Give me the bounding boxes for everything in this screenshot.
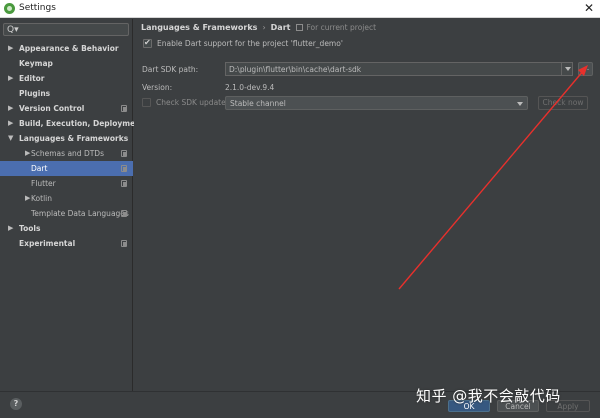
sdk-path-value: D:\plugin\flutter\bin\cache\dart-sdk	[229, 65, 362, 74]
enable-dart-label: Enable Dart support for the project 'flu…	[157, 39, 343, 48]
sidebar-item-kotlin[interactable]: ▶ Kotlin	[0, 191, 133, 206]
sidebar-item-label: Flutter	[31, 179, 56, 188]
version-label: Version:	[142, 83, 173, 92]
expanded-arrow-icon[interactable]: ▼	[8, 131, 13, 146]
collapsed-arrow-icon[interactable]: ▶	[25, 191, 30, 206]
sidebar-item-tools[interactable]: ▶ Tools	[0, 221, 133, 236]
project-scope-icon	[121, 240, 127, 247]
sidebar-item-schemas-and-dtds[interactable]: ▶ Schemas and DTDs	[0, 146, 133, 161]
settings-sidebar: Q▾ ▶ Appearance & Behavior Keymap ▶ Editor Pl…	[0, 19, 144, 391]
collapsed-arrow-icon[interactable]: ▶	[8, 41, 13, 56]
title-bar: Settings ✕	[0, 0, 600, 18]
sidebar-item-label: Experimental	[19, 239, 76, 248]
sidebar-item-appearance-behavior[interactable]: ▶ Appearance & Behavior	[0, 41, 133, 56]
sidebar-item-version-control[interactable]: ▶ Version Control	[0, 101, 133, 116]
sidebar-item-editor[interactable]: ▶ Editor	[0, 71, 133, 86]
sidebar-item-label: Template Data Languages	[31, 209, 129, 218]
breadcrumb-current: Dart	[270, 23, 291, 32]
sidebar-item-label: Schemas and DTDs	[31, 149, 104, 158]
help-button[interactable]: ?	[10, 398, 22, 410]
check-sdk-update-checkbox[interactable]	[142, 98, 151, 107]
collapsed-arrow-icon[interactable]: ▶	[8, 221, 13, 236]
sidebar-item-dart[interactable]: Dart	[0, 161, 133, 176]
enable-dart-checkbox[interactable]	[143, 38, 152, 48]
search-icon: Q▾	[7, 25, 19, 35]
app-icon	[4, 3, 15, 14]
settings-tree: ▶ Appearance & Behavior Keymap ▶ Editor Plugi…	[0, 41, 144, 251]
project-scope-icon	[121, 165, 127, 172]
version-value: 2.1.0-dev.9.4	[225, 83, 275, 92]
collapsed-arrow-icon[interactable]: ▶	[25, 146, 30, 161]
project-scope-icon	[121, 210, 127, 217]
sdk-path-label: Dart SDK path:	[142, 65, 199, 74]
sidebar-item-label: Build, Execution, Deployment	[19, 119, 145, 128]
breadcrumb-parent: Languages & Frameworks	[141, 23, 258, 32]
sidebar-item-label: Version Control	[19, 104, 85, 113]
update-channel-select[interactable]: Stable channel	[225, 96, 528, 110]
project-scope-icon	[296, 24, 304, 31]
sidebar-item-languages-frameworks[interactable]: ▼ Languages & Frameworks	[0, 131, 133, 146]
watermark: 知乎 @我不会敲代码	[416, 387, 561, 405]
window-title: Settings	[19, 3, 56, 13]
sidebar-item-label: Languages & Frameworks	[19, 134, 129, 143]
collapsed-arrow-icon[interactable]: ▶	[8, 116, 13, 131]
sidebar-item-label: Plugins	[19, 89, 51, 98]
sidebar-item-label: Tools	[19, 224, 41, 233]
sidebar-item-label: Dart	[31, 164, 48, 173]
sidebar-item-build-execution-deployment[interactable]: ▶ Build, Execution, Deployment	[0, 116, 144, 131]
sdk-path-dropdown-icon[interactable]	[561, 62, 573, 76]
sidebar-item-label: Appearance & Behavior	[19, 44, 119, 53]
sidebar-item-label: Kotlin	[31, 194, 52, 203]
sidebar-item-flutter[interactable]: Flutter	[0, 176, 133, 191]
check-sdk-update-label: Check SDK update:	[156, 98, 229, 107]
project-scope-icon	[121, 150, 127, 157]
project-scope-icon	[121, 180, 127, 187]
browse-sdk-button[interactable]: ...	[578, 62, 593, 76]
collapsed-arrow-icon[interactable]: ▶	[8, 71, 13, 86]
dart-settings-panel: Languages & Frameworks › Dart For current p…	[134, 19, 600, 391]
sidebar-item-label: Editor	[19, 74, 45, 83]
sidebar-item-keymap[interactable]: Keymap	[0, 56, 133, 71]
breadcrumb: Languages & Frameworks › Dart For current p…	[141, 23, 376, 35]
sidebar-item-experimental[interactable]: Experimental	[0, 236, 133, 251]
check-now-button[interactable]: Check now	[538, 96, 588, 110]
sidebar-item-template-data-languages[interactable]: Template Data Languages	[0, 206, 133, 221]
close-button[interactable]: ✕	[584, 1, 594, 15]
search-input[interactable]: Q▾	[3, 23, 129, 36]
sidebar-item-label: Keymap	[19, 59, 53, 68]
breadcrumb-scope: For current project	[306, 23, 377, 32]
project-scope-icon	[121, 105, 127, 112]
collapsed-arrow-icon[interactable]: ▶	[8, 101, 13, 116]
update-channel-value: Stable channel	[230, 99, 286, 108]
sdk-path-field[interactable]: D:\plugin\flutter\bin\cache\dart-sdk	[225, 62, 573, 76]
chevron-down-icon	[517, 102, 523, 106]
breadcrumb-separator: ›	[262, 23, 266, 32]
sidebar-item-plugins[interactable]: Plugins	[0, 86, 133, 101]
